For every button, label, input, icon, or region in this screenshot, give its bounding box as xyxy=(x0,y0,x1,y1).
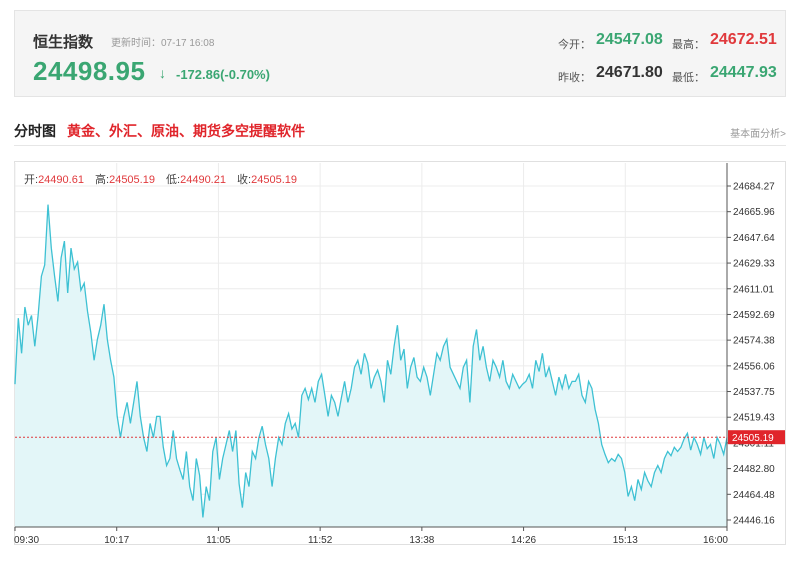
ohlc-open-label: 开: xyxy=(24,174,39,186)
y-tick-label: 24684.27 xyxy=(733,182,775,193)
ohlc-low-label: 低: xyxy=(166,174,181,186)
ohlc-close-value: 24505.19 xyxy=(251,174,297,186)
x-tick-label: 09:30 xyxy=(14,535,39,546)
y-tick-label: 24537.75 xyxy=(733,387,775,398)
y-tick-label: 24464.48 xyxy=(733,490,775,501)
x-tick-label: 14:26 xyxy=(511,535,536,546)
x-tick-label: 15:13 xyxy=(613,535,638,546)
y-tick-label: 24556.06 xyxy=(733,361,775,372)
y-tick-label: 24446.16 xyxy=(733,516,775,527)
x-tick-label: 13:38 xyxy=(409,535,434,546)
x-tick-label: 10:17 xyxy=(104,535,129,546)
y-tick-label: 24629.33 xyxy=(733,259,775,270)
ohlc-high-value: 24505.19 xyxy=(109,174,155,186)
y-tick-label: 24611.01 xyxy=(733,284,774,295)
y-tick-label: 24574.38 xyxy=(733,336,775,347)
last-price-tag-label: 24505.19 xyxy=(732,433,774,444)
x-tick-label: 16:00 xyxy=(703,535,728,546)
y-tick-label: 24519.43 xyxy=(733,413,775,424)
ohlc-open-value: 24490.61 xyxy=(38,174,84,186)
x-tick-label: 11:52 xyxy=(308,535,333,546)
ohlc-high-label: 高: xyxy=(95,174,110,186)
y-tick-label: 24665.96 xyxy=(733,207,775,218)
ohlc-close-label: 收: xyxy=(237,174,252,186)
intraday-chart[interactable]: 24684.27 24665.96 24647.64 24629.33 24611.01… xyxy=(0,0,800,562)
y-tick-label: 24592.69 xyxy=(733,310,775,321)
y-tick-label: 24482.80 xyxy=(733,464,775,475)
x-tick-label: 11:05 xyxy=(206,535,231,546)
ohlc-low-value: 24490.21 xyxy=(180,174,226,186)
y-tick-label: 24647.64 xyxy=(733,233,775,244)
ohlc-readout: 开:24490.61 高:24505.19 低:24490.21 收:24505… xyxy=(24,171,305,187)
